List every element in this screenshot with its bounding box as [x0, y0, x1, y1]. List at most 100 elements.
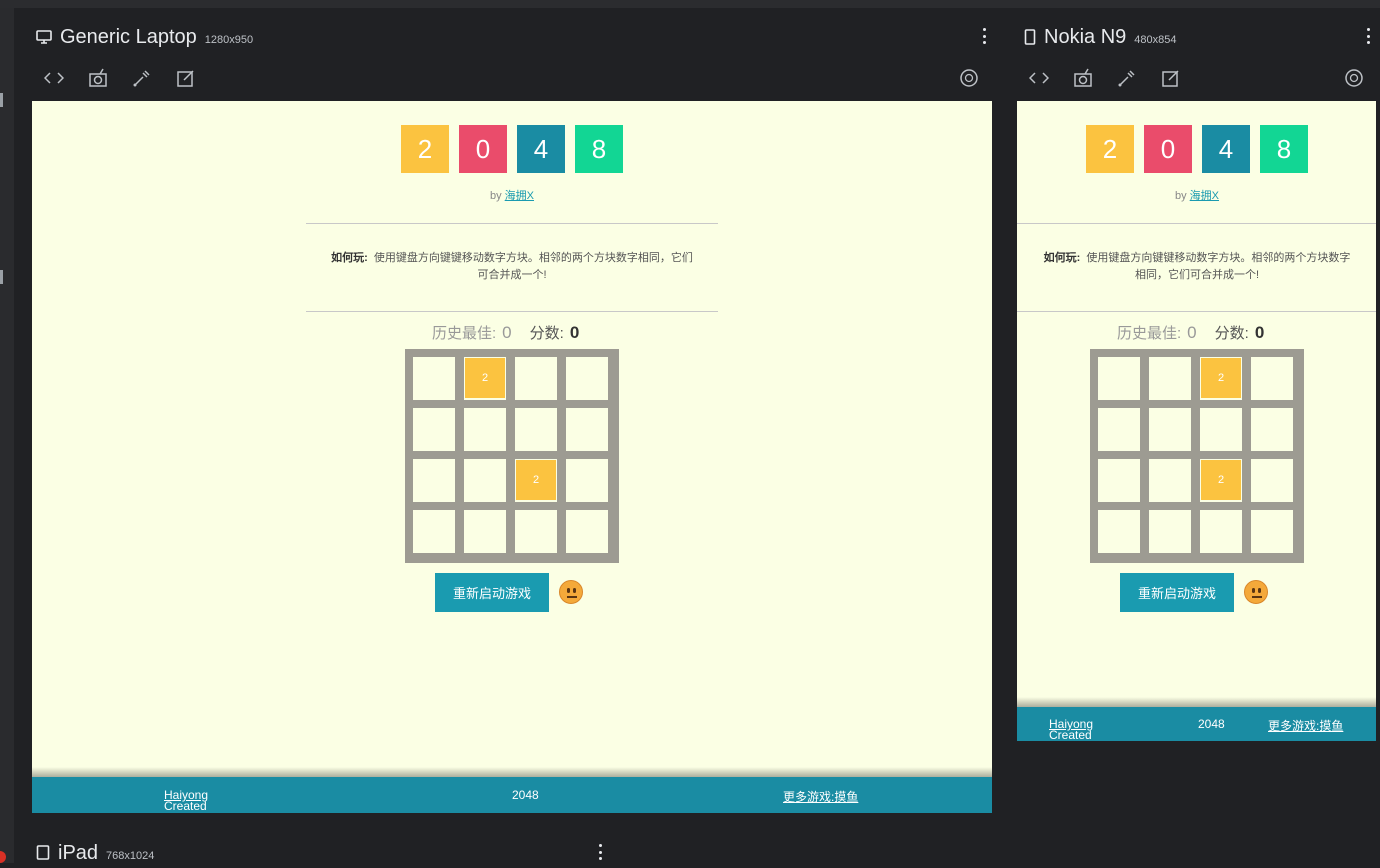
divider [1017, 311, 1376, 312]
more-menu-icon[interactable] [982, 28, 986, 44]
board-cell [464, 408, 506, 451]
eyedropper-icon[interactable] [1115, 66, 1139, 90]
best-value: 0 [1187, 323, 1197, 342]
how-to-play: 如何玩: 使用键盘方向键键移动数字方块。相邻的两个方块数字相同，它们可合并成一个… [326, 250, 698, 284]
device-nokia: Nokia N9 480x854 [1024, 22, 1374, 52]
device-ipad: iPad 768x1024 [36, 838, 606, 868]
emoji-face-icon [1244, 580, 1268, 604]
code-icon[interactable] [42, 66, 66, 90]
byline-prefix: by [489, 190, 502, 202]
author-link[interactable]: 海拥X [1190, 190, 1219, 202]
author-link[interactable]: 海拥X [505, 190, 534, 202]
byline: by 海拥X [1157, 187, 1237, 203]
device-header: Generic Laptop 1280x950 [36, 22, 253, 52]
edit-icon[interactable] [1159, 66, 1183, 90]
score-label: 分数: [529, 325, 564, 342]
device-header: Nokia N9 480x854 [1024, 22, 1176, 52]
board-cell [1149, 459, 1191, 502]
screenshot-icon[interactable] [1071, 66, 1095, 90]
screenshot-icon[interactable] [86, 66, 110, 90]
more-games-link[interactable]: 更多游戏:摸鱼 [783, 790, 858, 804]
code-icon[interactable] [1027, 66, 1051, 90]
more-menu-icon[interactable] [598, 844, 602, 860]
left-rail [0, 8, 14, 863]
footer-credit: Created by Haiyong [1049, 717, 1093, 741]
nokia-toolbar [1027, 64, 1183, 92]
board-cell [566, 459, 608, 502]
board-cell [1251, 357, 1293, 400]
device-resolution: 1280x950 [204, 34, 254, 46]
divider [306, 223, 718, 224]
footer-credit-prefix: Created by [1049, 728, 1092, 741]
rail-status-dot [0, 851, 6, 863]
board-cell [1098, 510, 1140, 553]
device-name: Generic Laptop [60, 25, 197, 48]
best-label: 历史最佳: [1117, 325, 1182, 342]
how-to-label: 如何玩: [331, 252, 368, 264]
number-tile: 2 [516, 460, 556, 500]
device-name: iPad [58, 841, 99, 864]
number-tile: 2 [1201, 358, 1241, 398]
logo-tile: 4 [1202, 125, 1250, 173]
game-board[interactable]: 22 [1090, 349, 1304, 563]
more-games-link[interactable]: 更多游戏:摸鱼 [1268, 719, 1343, 733]
footer-credit-prefix: Created by [164, 799, 207, 813]
board-cell [1251, 408, 1293, 451]
device-resolution: 768x1024 [106, 850, 155, 862]
board-cell [566, 510, 608, 553]
nokia-viewport: 2 0 4 8 by 海拥X 如何玩: 使用键盘方向键键移动数字方块。相邻的两个… [1017, 101, 1376, 741]
logo-tile: 0 [1144, 125, 1192, 173]
board-cell [515, 357, 557, 400]
rail-tick [0, 93, 3, 107]
edit-icon[interactable] [174, 66, 198, 90]
score-label: 分数: [1214, 325, 1249, 342]
restart-button[interactable]: 重新启动游戏 [435, 573, 549, 612]
logo-tile: 2 [1086, 125, 1134, 173]
best-label: 历史最佳: [432, 325, 497, 342]
board-cell [1200, 408, 1242, 451]
footer-shadow [1017, 697, 1376, 707]
board-cell [464, 459, 506, 502]
best-value: 0 [502, 323, 512, 342]
how-to-text: 使用键盘方向键键移动数字方块。相邻的两个方块数字相同，它们可合并成一个! [373, 252, 693, 281]
device-name: Nokia N9 [1044, 25, 1127, 48]
rotate-icon[interactable] [1342, 66, 1366, 90]
emoji-face-icon [559, 580, 583, 604]
byline: by 海拥X [472, 187, 552, 203]
board-cell [413, 357, 455, 400]
rail-tick [0, 270, 3, 284]
board-cell [1149, 510, 1191, 553]
laptop-toolbar [42, 64, 198, 92]
board-cell [566, 357, 608, 400]
board-cell [1149, 357, 1191, 400]
footer-credit: Created by Haiyong [164, 788, 208, 813]
board-cell [413, 459, 455, 502]
how-to-text: 使用键盘方向键键移动数字方块。相邻的两个方块数字相同，它们可合并成一个! [1086, 252, 1351, 281]
board-cell [1149, 408, 1191, 451]
board-cell [1098, 459, 1140, 502]
footer-center: 2048 [512, 788, 539, 802]
restart-button[interactable]: 重新启动游戏 [1120, 573, 1234, 612]
board-cell [1251, 510, 1293, 553]
device-resolution: 480x854 [1134, 34, 1177, 46]
board-cell [515, 408, 557, 451]
board-cell [413, 510, 455, 553]
game-board[interactable]: 22 [405, 349, 619, 563]
board-cell [1098, 408, 1140, 451]
more-menu-icon[interactable] [1366, 28, 1370, 44]
page-footer: Created by Haiyong 2048 更多游戏:摸鱼 [1017, 707, 1376, 741]
score-value: 0 [1254, 323, 1265, 342]
how-to-play: 如何玩: 使用键盘方向键键移动数字方块。相邻的两个方块数字相同，它们可合并成一个… [1041, 250, 1353, 284]
tablet-icon [36, 845, 50, 860]
board-cell [464, 510, 506, 553]
eyedropper-icon[interactable] [130, 66, 154, 90]
logo-tile: 0 [459, 125, 507, 173]
score-bar: 历史最佳: 0 分数: 0 [1117, 322, 1264, 343]
device-header: iPad 768x1024 [36, 838, 154, 868]
logo-tile: 8 [575, 125, 623, 173]
footer-shadow [32, 767, 992, 777]
logo-tile: 2 [401, 125, 449, 173]
game-logo: 2 0 4 8 [401, 125, 623, 173]
rotate-icon[interactable] [957, 66, 981, 90]
page-footer: Created by Haiyong 2048 更多游戏:摸鱼 [32, 777, 992, 813]
